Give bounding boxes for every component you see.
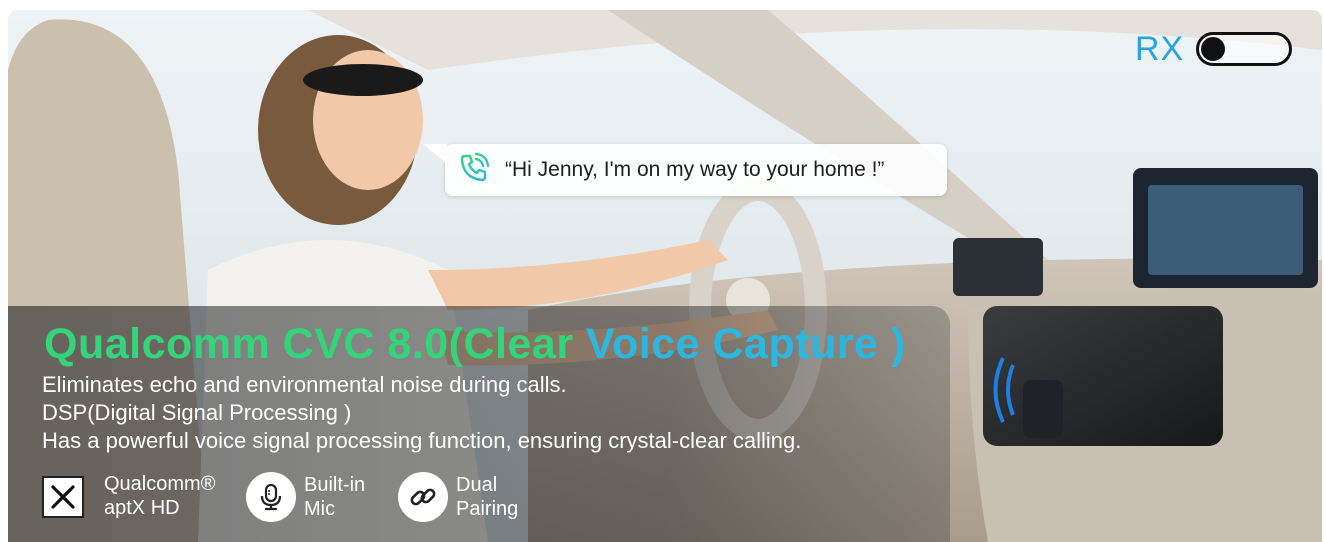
description-line-3: Has a powerful voice signal processing f… — [42, 428, 802, 453]
description-line-1: Eliminates echo and environmental noise … — [42, 372, 567, 397]
feature-aptx-line-2: aptX HD — [104, 497, 180, 519]
toggle-knob — [1201, 37, 1225, 61]
bubble-quote-text: “Hi Jenny, I'm on my way to your home !” — [505, 158, 885, 181]
headline-part-2: Voice Capture ) — [586, 320, 906, 368]
feature-mic-line-2: Mic — [304, 498, 336, 520]
microphone-icon — [246, 472, 296, 522]
product-banner: RX “Hi Jenny, I'm on my way to your home… — [8, 10, 1322, 542]
description-line-2: DSP(Digital Signal Processing ) — [42, 400, 352, 425]
rx-toggle-switch[interactable] — [1196, 32, 1292, 66]
headline-part-1: Qualcomm CVC 8.0(Clear — [44, 320, 587, 368]
feature-pairing-line-1: Dual — [456, 474, 498, 496]
feature-mic-label: Built-in Mic — [304, 473, 365, 521]
link-icon — [398, 472, 448, 522]
headline: Qualcomm CVC 8.0(Clear Voice Capture ) — [44, 320, 906, 369]
aptx-hd-icon — [42, 476, 84, 518]
phone-call-icon — [457, 151, 491, 190]
rx-mode-label: RX — [1135, 30, 1185, 68]
feature-mic-line-1: Built-in — [304, 474, 366, 496]
feature-pairing-label: Dual Pairing — [456, 473, 518, 521]
feature-pairing-line-2: Pairing — [456, 498, 519, 520]
feature-aptx-line-1: Qualcomm® — [104, 473, 216, 495]
speech-bubble: “Hi Jenny, I'm on my way to your home !” — [423, 144, 947, 196]
feature-aptx-label: Qualcomm® aptX HD — [104, 472, 215, 520]
